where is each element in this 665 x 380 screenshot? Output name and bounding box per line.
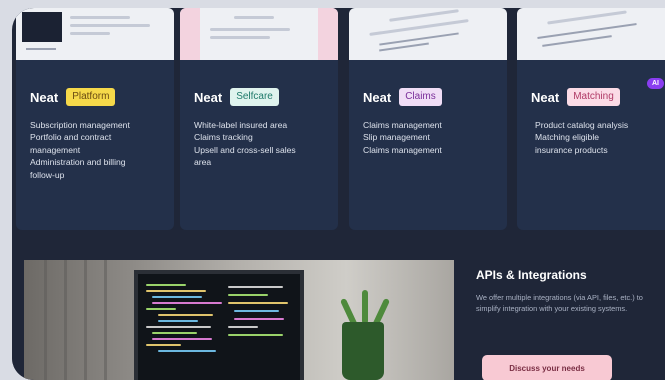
ai-badge: AI [647, 78, 664, 89]
product-card-platform[interactable]: Neat Platform Subscription management Po… [16, 8, 174, 230]
platform-screenshot [16, 8, 174, 60]
feature-item: Portfolio and contract [30, 132, 112, 143]
product-badge-platform: Platform [66, 88, 116, 106]
feature-item: Matching eligible [535, 132, 600, 143]
product-badge-selfcare: Selfcare [230, 88, 279, 106]
feature-item: area [194, 157, 212, 168]
feature-list: Product catalog analysis Matching eligib… [535, 119, 662, 156]
product-card-matching[interactable]: AI Neat Matching Product catalog analysi… [517, 8, 665, 230]
feature-item: follow-up [30, 169, 65, 180]
brand-name: Neat [30, 89, 59, 105]
feature-item: Claims management [363, 144, 442, 155]
plant-pot [342, 322, 384, 380]
feature-item: Administration and billing [30, 157, 126, 168]
feature-item: Upsell and cross-sell sales [194, 144, 296, 155]
feature-item: Subscription management [30, 120, 130, 130]
feature-item: White-label insured area [194, 120, 288, 130]
card-header: Neat Matching [531, 88, 620, 106]
feature-item: management [30, 144, 81, 155]
feature-item: insurance products [535, 144, 608, 155]
products-section: Neat Platform Subscription management Po… [12, 8, 665, 380]
feature-list: Claims management Slip management Claims… [363, 119, 497, 156]
claims-screenshot [349, 8, 507, 60]
selfcare-screenshot [180, 8, 338, 60]
brand-name: Neat [531, 89, 560, 105]
feature-item: Claims tracking [194, 132, 253, 143]
matching-screenshot [517, 8, 665, 60]
integrations-title: APIs & Integrations [476, 268, 587, 282]
product-badge-claims: Claims [399, 88, 442, 106]
brand-name: Neat [363, 89, 392, 105]
discuss-needs-button[interactable]: Discuss your needs [482, 355, 612, 380]
product-card-selfcare[interactable]: Neat Selfcare White-label insured area C… [180, 8, 338, 230]
laptop-code-photo [24, 260, 454, 380]
product-card-claims[interactable]: Neat Claims Claims management Slip manag… [349, 8, 507, 230]
feature-list: Subscription management Portfolio and co… [30, 119, 164, 181]
integrations-description: We offer multiple integrations (via API,… [476, 293, 643, 313]
product-badge-matching: Matching [567, 88, 620, 106]
card-header: Neat Selfcare [194, 88, 279, 106]
section-spacer [12, 230, 665, 248]
feature-item: Claims management [363, 120, 442, 130]
brand-name: Neat [194, 89, 223, 105]
feature-item: Product catalog analysis [535, 120, 629, 130]
card-header: Neat Platform [30, 88, 116, 106]
laptop-screen [134, 270, 304, 380]
integrations-panel: APIs & Integrations We offer multiple in… [12, 248, 665, 380]
feature-list: White-label insured area Claims tracking… [194, 119, 328, 169]
card-header: Neat Claims [363, 88, 442, 106]
feature-item: Slip management [363, 132, 430, 143]
